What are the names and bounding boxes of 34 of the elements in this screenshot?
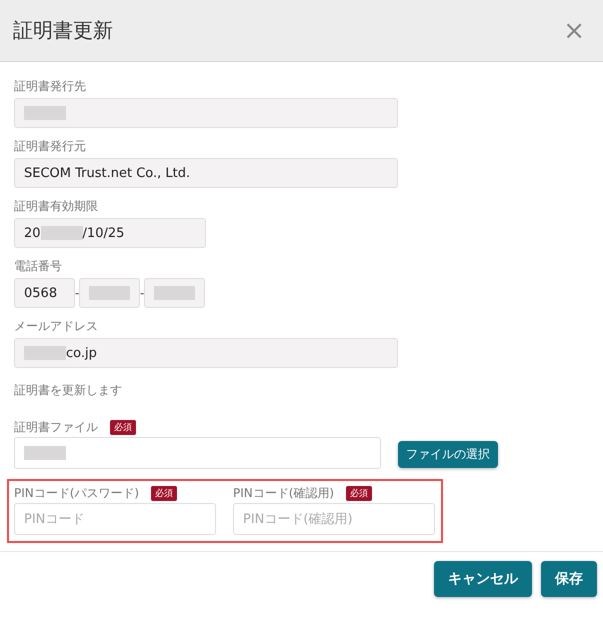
input-field[interactable]: co.jp	[14, 338, 398, 368]
dialog-title: 証明書更新	[13, 17, 113, 44]
dash-separator: -	[75, 286, 79, 300]
dialog-button[interactable]: 保存	[541, 561, 597, 597]
dialog-button[interactable]: キャンセル	[434, 561, 532, 597]
input-field[interactable]: PINコード	[14, 503, 216, 535]
required-badge: 必須	[110, 420, 136, 434]
choose-file-button[interactable]: ファイルの選択	[398, 441, 498, 468]
required-badge: 必須	[151, 486, 178, 500]
required-badge: 必須	[346, 486, 372, 500]
redaction-mark	[24, 106, 66, 120]
redaction-mark	[154, 286, 195, 300]
field-label: PINコード(確認用)	[233, 485, 334, 501]
field-label: 証明書発行先	[14, 78, 87, 94]
redaction-mark	[89, 286, 130, 300]
redaction-mark	[24, 446, 66, 460]
input-field[interactable]	[14, 437, 381, 469]
input-field[interactable]	[79, 278, 140, 308]
input-field[interactable]: PINコード(確認用)	[233, 503, 435, 535]
field-label: 証明書発行元	[14, 138, 87, 154]
redaction-mark	[40, 226, 83, 240]
input-field[interactable]: 0568	[14, 278, 75, 308]
dash-separator: -	[140, 286, 144, 300]
input-field[interactable]: SECOM Trust.net Co., Ltd.	[14, 158, 398, 188]
field-label: PINコード(パスワード)	[14, 485, 140, 501]
field-label: 電話番号	[14, 258, 63, 274]
input-field[interactable]	[14, 98, 398, 128]
redaction-mark	[24, 346, 66, 360]
input-field[interactable]	[144, 278, 205, 308]
field-label: 証明書有効期限	[14, 198, 99, 214]
input-field[interactable]: 20 /10/25	[14, 218, 206, 248]
field-label: メールアドレス	[14, 318, 99, 334]
info-text: 証明書を更新します	[14, 382, 123, 399]
field-label: 証明書ファイル	[14, 419, 98, 435]
